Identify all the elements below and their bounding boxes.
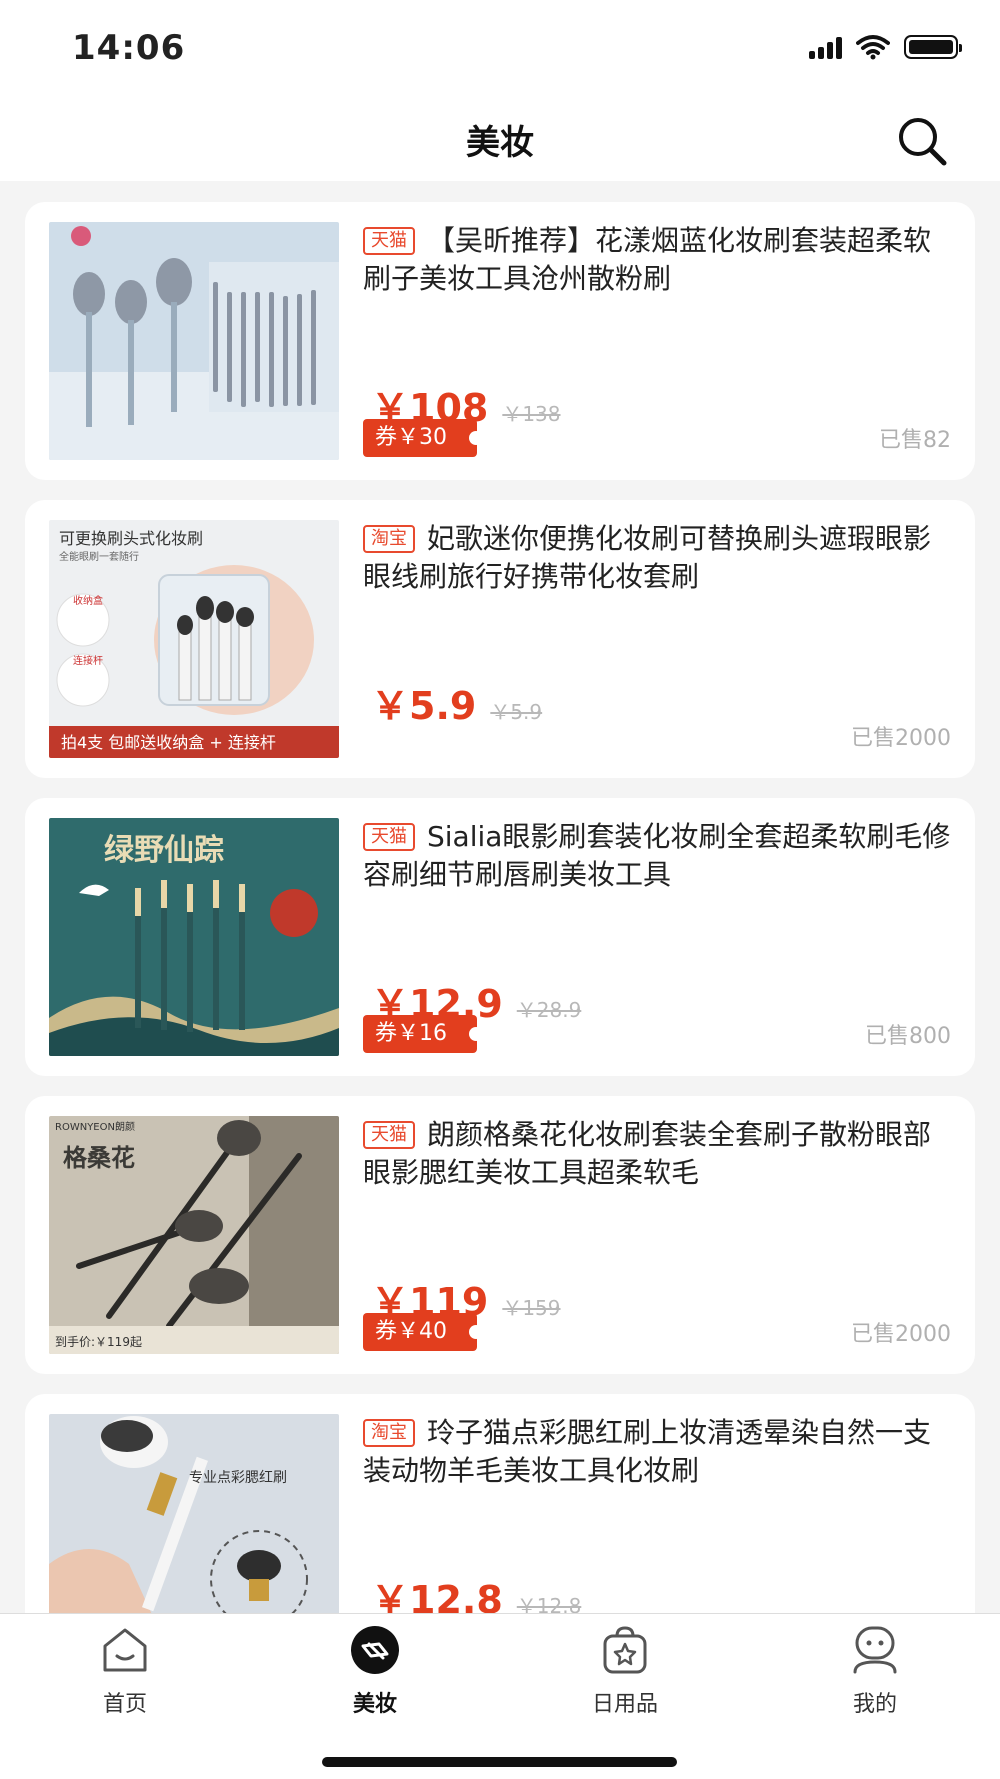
image-subtitle: 全能眼刷一套随行 — [59, 550, 139, 563]
tab-label: 日用品 — [591, 1692, 658, 1717]
image-rod-label: 连接杆 — [73, 654, 103, 667]
image-headline: 专业点彩腮红刷 — [189, 1470, 287, 1486]
product-card[interactable]: 绿野仙踪 天猫 Sialia眼影刷套装化妆刷全套超柔软刷毛修容刷细节刷唇刷美妆工具… — [25, 798, 975, 1076]
signal-icon — [809, 35, 842, 59]
product-card[interactable]: 天猫 【吴昕推荐】花漾烟蓝化妆刷套装超柔软刷子美妆工具沧州散粉刷 ￥108 ￥13… — [25, 202, 975, 480]
product-title: 天猫 朗颜格桑花化妆刷套装全套刷子散粉眼部眼影腮红美妆工具超柔软毛 — [363, 1118, 932, 1189]
product-title: 天猫 Sialia眼影刷套装化妆刷全套超柔软刷毛修容刷细节刷唇刷美妆工具 — [363, 820, 951, 891]
tab-daily[interactable]: 日用品 — [565, 1624, 685, 1718]
coupon-badge[interactable]: 券￥16 — [363, 1015, 483, 1053]
platform-tag: 天猫 — [363, 227, 415, 255]
image-price-tag: 到手价:￥119起 — [55, 1335, 142, 1349]
tab-profile[interactable]: 我的 — [815, 1624, 935, 1718]
tab-label: 美妆 — [352, 1692, 397, 1717]
tab-label: 我的 — [852, 1692, 897, 1717]
sold-count: 已售800 — [865, 1024, 951, 1049]
product-list: 天猫 【吴昕推荐】花漾烟蓝化妆刷套装超柔软刷子美妆工具沧州散粉刷 ￥108 ￥13… — [25, 202, 975, 1692]
image-headline: 绿野仙踪 — [104, 833, 224, 868]
wifi-icon — [856, 35, 890, 60]
product-image: 可更换刷头式化妆刷 全能眼刷一套随行 收纳盒 连接杆 拍4支 包邮送收纳盒 + … — [49, 520, 339, 758]
tab-home[interactable]: 首页 — [65, 1624, 185, 1718]
image-headline: 格桑花 — [63, 1144, 135, 1172]
sold-count: 已售2000 — [851, 726, 951, 751]
page-title: 美妆 — [466, 123, 534, 163]
search-icon[interactable] — [894, 113, 950, 169]
product-card[interactable]: ROWNYEON朗颜 格桑花 到手价:￥119起 天猫 朗颜格桑花化妆刷套装全套刷… — [25, 1096, 975, 1374]
product-title: 淘宝 妃歌迷你便携化妆刷可替换刷头遮瑕眼影眼线刷旅行好携带化妆套刷 — [363, 522, 932, 593]
image-brand: ROWNYEON朗颜 — [55, 1120, 135, 1133]
coupon-badge[interactable]: 券￥30 — [363, 419, 483, 457]
platform-tag: 淘宝 — [363, 525, 415, 553]
original-price: ￥138 — [502, 402, 561, 426]
image-box-label: 收纳盒 — [73, 594, 103, 607]
tab-bar: 首页 美妆 日用品 我的 — [0, 1613, 1000, 1779]
product-image: 绿野仙踪 — [49, 818, 339, 1056]
sold-count: 已售82 — [879, 428, 951, 453]
header: 美妆 — [0, 95, 1000, 181]
original-price: ￥28.9 — [516, 998, 582, 1022]
home-indicator — [322, 1757, 677, 1767]
battery-icon — [904, 35, 962, 59]
product-title: 天猫 【吴昕推荐】花漾烟蓝化妆刷套装超柔软刷子美妆工具沧州散粉刷 — [363, 224, 932, 295]
product-title: 淘宝 玲子猫点彩腮红刷上妆清透晕染自然一支装动物羊毛美妆工具化妆刷 — [363, 1416, 932, 1487]
platform-tag: 天猫 — [363, 1121, 415, 1149]
product-price: ￥5.9 — [371, 684, 477, 728]
platform-tag: 天猫 — [363, 823, 415, 851]
sold-count: 已售2000 — [851, 1322, 951, 1347]
home-icon — [103, 1628, 147, 1672]
status-icons — [809, 34, 962, 60]
beauty-icon — [351, 1626, 399, 1674]
product-image — [49, 222, 339, 460]
original-price: ￥159 — [502, 1296, 561, 1320]
coupon-badge[interactable]: 券￥40 — [363, 1313, 483, 1351]
image-banner: 拍4支 包邮送收纳盒 + 连接杆 — [61, 733, 276, 752]
star-bag-icon — [603, 1626, 647, 1674]
product-card[interactable]: 可更换刷头式化妆刷 全能眼刷一套随行 收纳盒 连接杆 拍4支 包邮送收纳盒 + … — [25, 500, 975, 778]
original-price: ￥5.9 — [490, 700, 543, 724]
status-time: 14:06 — [72, 28, 186, 68]
product-image: ROWNYEON朗颜 格桑花 到手价:￥119起 — [49, 1116, 339, 1354]
tab-beauty[interactable]: 美妆 — [315, 1624, 435, 1718]
image-headline: 可更换刷头式化妆刷 — [59, 529, 203, 548]
platform-tag: 淘宝 — [363, 1419, 415, 1447]
status-bar: 14:06 — [0, 0, 1000, 95]
tab-label: 首页 — [102, 1692, 147, 1717]
profile-icon — [853, 1626, 897, 1674]
